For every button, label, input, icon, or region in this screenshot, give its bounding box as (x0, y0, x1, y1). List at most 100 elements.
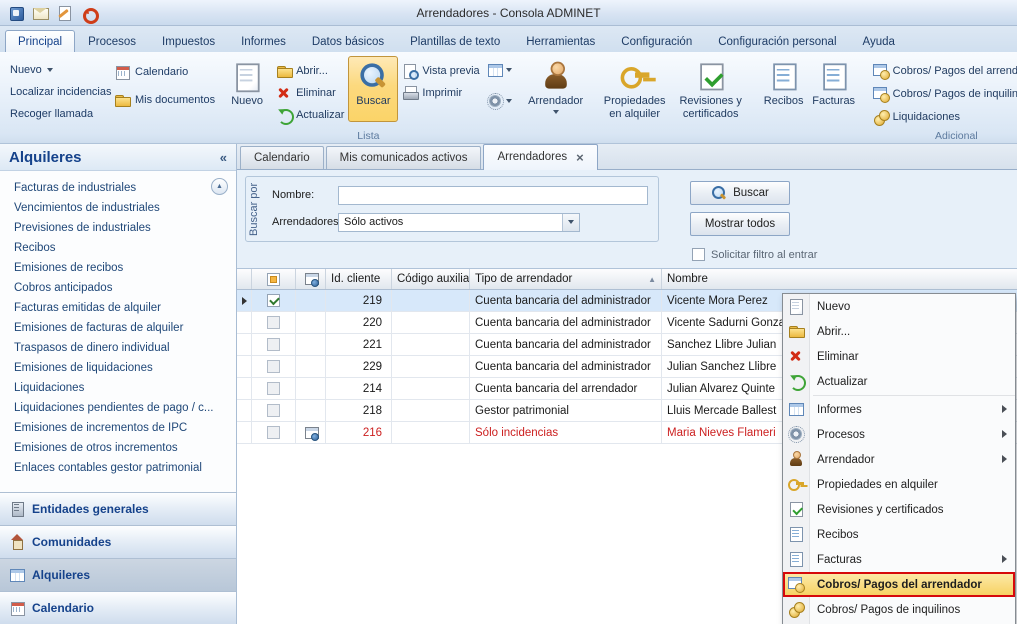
sidebar-item-vencimientos-industriales[interactable]: Vencimientos de industriales (14, 198, 236, 218)
liquidaciones-button[interactable]: Liquidaciones (869, 107, 1017, 126)
revisiones-certificados-button[interactable]: Revisiones y certificados (673, 56, 749, 123)
menu-item-informes[interactable]: Informes (783, 397, 1015, 422)
close-tab-icon[interactable]: × (576, 151, 584, 164)
notes-icon[interactable] (54, 3, 74, 23)
sidebar-title: Alquileres (9, 149, 220, 166)
mostrar-todos-button[interactable]: Mostrar todos (690, 212, 790, 236)
propiedades-en-alquiler-button[interactable]: Propiedades en alquiler (597, 56, 673, 123)
ribbon-tab-datos-basicos[interactable]: Datos básicos (299, 30, 397, 52)
row-pointer-icon (242, 297, 247, 305)
menu-item-recibos[interactable]: Recibos (783, 522, 1015, 547)
scroll-up-button[interactable]: ▲ (211, 178, 228, 195)
select-dropdown-button[interactable] (562, 214, 579, 231)
row-checkbox[interactable] (267, 382, 280, 395)
menu-item-procesos[interactable]: Procesos (783, 422, 1015, 447)
menu-item-arrendador[interactable]: Arrendador (783, 447, 1015, 472)
ribbon-tab-principal[interactable]: Principal (5, 30, 75, 52)
arrendadores-select[interactable]: Sólo activos (338, 213, 580, 232)
table-view-dropdown[interactable] (484, 61, 515, 79)
cobros-pagos-inquilinos-button[interactable]: Cobros/ Pagos de inquilinos (869, 84, 1017, 103)
search-filter-box: Buscar por Nombre: Arrendadores: Sólo ac… (245, 176, 659, 242)
ribbon-tab-plantillas[interactable]: Plantillas de texto (397, 30, 513, 52)
nombre-input[interactable] (338, 186, 648, 205)
sidebar-item-emisiones-facturas[interactable]: Emisiones de facturas de alquiler (14, 318, 236, 338)
row-checkbox[interactable] (267, 360, 280, 373)
ribbon-tab-herramientas[interactable]: Herramientas (513, 30, 608, 52)
header-nombre[interactable]: Nombre (662, 269, 1017, 289)
menu-item-propiedades-en-alquiler[interactable]: Propiedades en alquiler (783, 472, 1015, 497)
ribbon-tab-configuracion-personal[interactable]: Configuración personal (705, 30, 849, 52)
recibos-button[interactable]: Recibos (759, 56, 809, 122)
select-all-checkbox[interactable] (267, 273, 280, 286)
sidebar-item-traspasos-dinero[interactable]: Traspasos de dinero individual (14, 338, 236, 358)
ribbon-tab-procesos[interactable]: Procesos (75, 30, 149, 52)
sidebar-section-entidades-generales[interactable]: Entidades generales (0, 492, 236, 525)
sidebar-item-facturas-emitidas[interactable]: Facturas emitidas de alquiler (14, 298, 236, 318)
menu-link-nuevo[interactable]: Nuevo (10, 61, 114, 79)
mail-icon[interactable] (30, 3, 50, 23)
sidebar-section-calendario[interactable]: Calendario (0, 591, 236, 624)
row-checkbox[interactable] (267, 338, 280, 351)
tab-arrendadores[interactable]: Arrendadores× (483, 144, 597, 170)
header-alert-column[interactable] (296, 269, 326, 289)
sidebar-item-enlaces-contables[interactable]: Enlaces contables gestor patrimonial (14, 458, 236, 478)
row-checkbox[interactable] (267, 404, 280, 417)
sidebar-item-otros-incrementos[interactable]: Emisiones de otros incrementos (14, 438, 236, 458)
settings-dropdown[interactable] (484, 92, 515, 110)
sidebar-section-alquileres[interactable]: Alquileres (0, 558, 236, 591)
buscar-ribbon-button[interactable]: Buscar (348, 56, 398, 122)
tab-calendario[interactable]: Calendario (240, 146, 324, 169)
menu-item-revisiones-certificados[interactable]: Revisiones y certificados (783, 497, 1015, 522)
tab-mis-comunicados-activos[interactable]: Mis comunicados activos (326, 146, 482, 169)
sidebar-item-previsiones-industriales[interactable]: Previsiones de industriales (14, 218, 236, 238)
sidebar-item-liquidaciones[interactable]: Liquidaciones (14, 378, 236, 398)
header-tipo-arrendador[interactable]: Tipo de arrendador▲ (470, 269, 662, 289)
header-id-cliente[interactable]: Id. cliente (326, 269, 392, 289)
shortcut-calendario[interactable]: Calendario (114, 64, 215, 80)
facturas-button[interactable]: Facturas (809, 56, 859, 122)
ribbon-tab-ayuda[interactable]: Ayuda (850, 30, 908, 52)
submenu-arrow-icon (1002, 405, 1007, 413)
sidebar-item-recibos[interactable]: Recibos (14, 238, 236, 258)
buscar-button[interactable]: Buscar (690, 181, 790, 205)
call-icon[interactable] (78, 3, 98, 23)
eliminar-button[interactable]: Eliminar (272, 83, 348, 102)
solicitar-filtro-checkbox[interactable] (692, 248, 705, 261)
header-select-all[interactable] (252, 269, 296, 289)
arrendador-button[interactable]: Arrendador (525, 56, 587, 122)
sidebar-item-liquidaciones-pendientes[interactable]: Liquidaciones pendientes de pago / c... (14, 398, 236, 418)
menu-item-nuevo[interactable]: Nuevo (783, 294, 1015, 319)
shortcut-mis-documentos[interactable]: Mis documentos (114, 92, 215, 108)
collapse-sidebar-icon[interactable]: « (220, 150, 227, 165)
sidebar-item-incrementos-ipc[interactable]: Emisiones de incrementos de IPC (14, 418, 236, 438)
ribbon-tab-informes[interactable]: Informes (228, 30, 299, 52)
menu-link-localizar-incidencias[interactable]: Localizar incidencias (10, 83, 114, 101)
menu-item-actualizar[interactable]: Actualizar (783, 369, 1015, 394)
row-checkbox[interactable] (267, 426, 280, 439)
menu-item-cobros-pagos-arrendador[interactable]: Cobros/ Pagos del arrendador (783, 572, 1015, 597)
ribbon-tab-impuestos[interactable]: Impuestos (149, 30, 228, 52)
menu-item-abrir[interactable]: Abrir... (783, 319, 1015, 344)
sidebar-item-emisiones-liquidaciones[interactable]: Emisiones de liquidaciones (14, 358, 236, 378)
menu-item-eliminar[interactable]: Eliminar (783, 344, 1015, 369)
nombre-label: Nombre: (272, 189, 338, 201)
menu-item-cobros-pagos-inquilinos[interactable]: Cobros/ Pagos de inquilinos (783, 597, 1015, 622)
vista-previa-button[interactable]: Vista previa (398, 61, 483, 80)
solicitar-filtro-row[interactable]: Solicitar filtro al entrar (692, 248, 817, 261)
app-icon[interactable] (6, 3, 26, 23)
actualizar-button[interactable]: Actualizar (272, 105, 348, 124)
imprimir-button[interactable]: Imprimir (398, 83, 483, 102)
ribbon-tab-configuracion[interactable]: Configuración (608, 30, 705, 52)
sidebar-item-emisiones-recibos[interactable]: Emisiones de recibos (14, 258, 236, 278)
menu-item-facturas[interactable]: Facturas (783, 547, 1015, 572)
sidebar-item-facturas-industriales[interactable]: Facturas de industriales (14, 178, 236, 198)
abrir-button[interactable]: Abrir... (272, 61, 348, 80)
row-checkbox[interactable] (267, 294, 280, 307)
menu-link-recoger-llamada[interactable]: Recoger llamada (10, 105, 114, 123)
sidebar-item-cobros-anticipados[interactable]: Cobros anticipados (14, 278, 236, 298)
sidebar-section-comunidades[interactable]: Comunidades (0, 525, 236, 558)
header-codigo-auxiliar[interactable]: Código auxiliar (392, 269, 470, 289)
nuevo-button[interactable]: Nuevo (222, 56, 272, 122)
cobros-pagos-arrendador-button[interactable]: Cobros/ Pagos del arrendador (869, 61, 1017, 80)
row-checkbox[interactable] (267, 316, 280, 329)
